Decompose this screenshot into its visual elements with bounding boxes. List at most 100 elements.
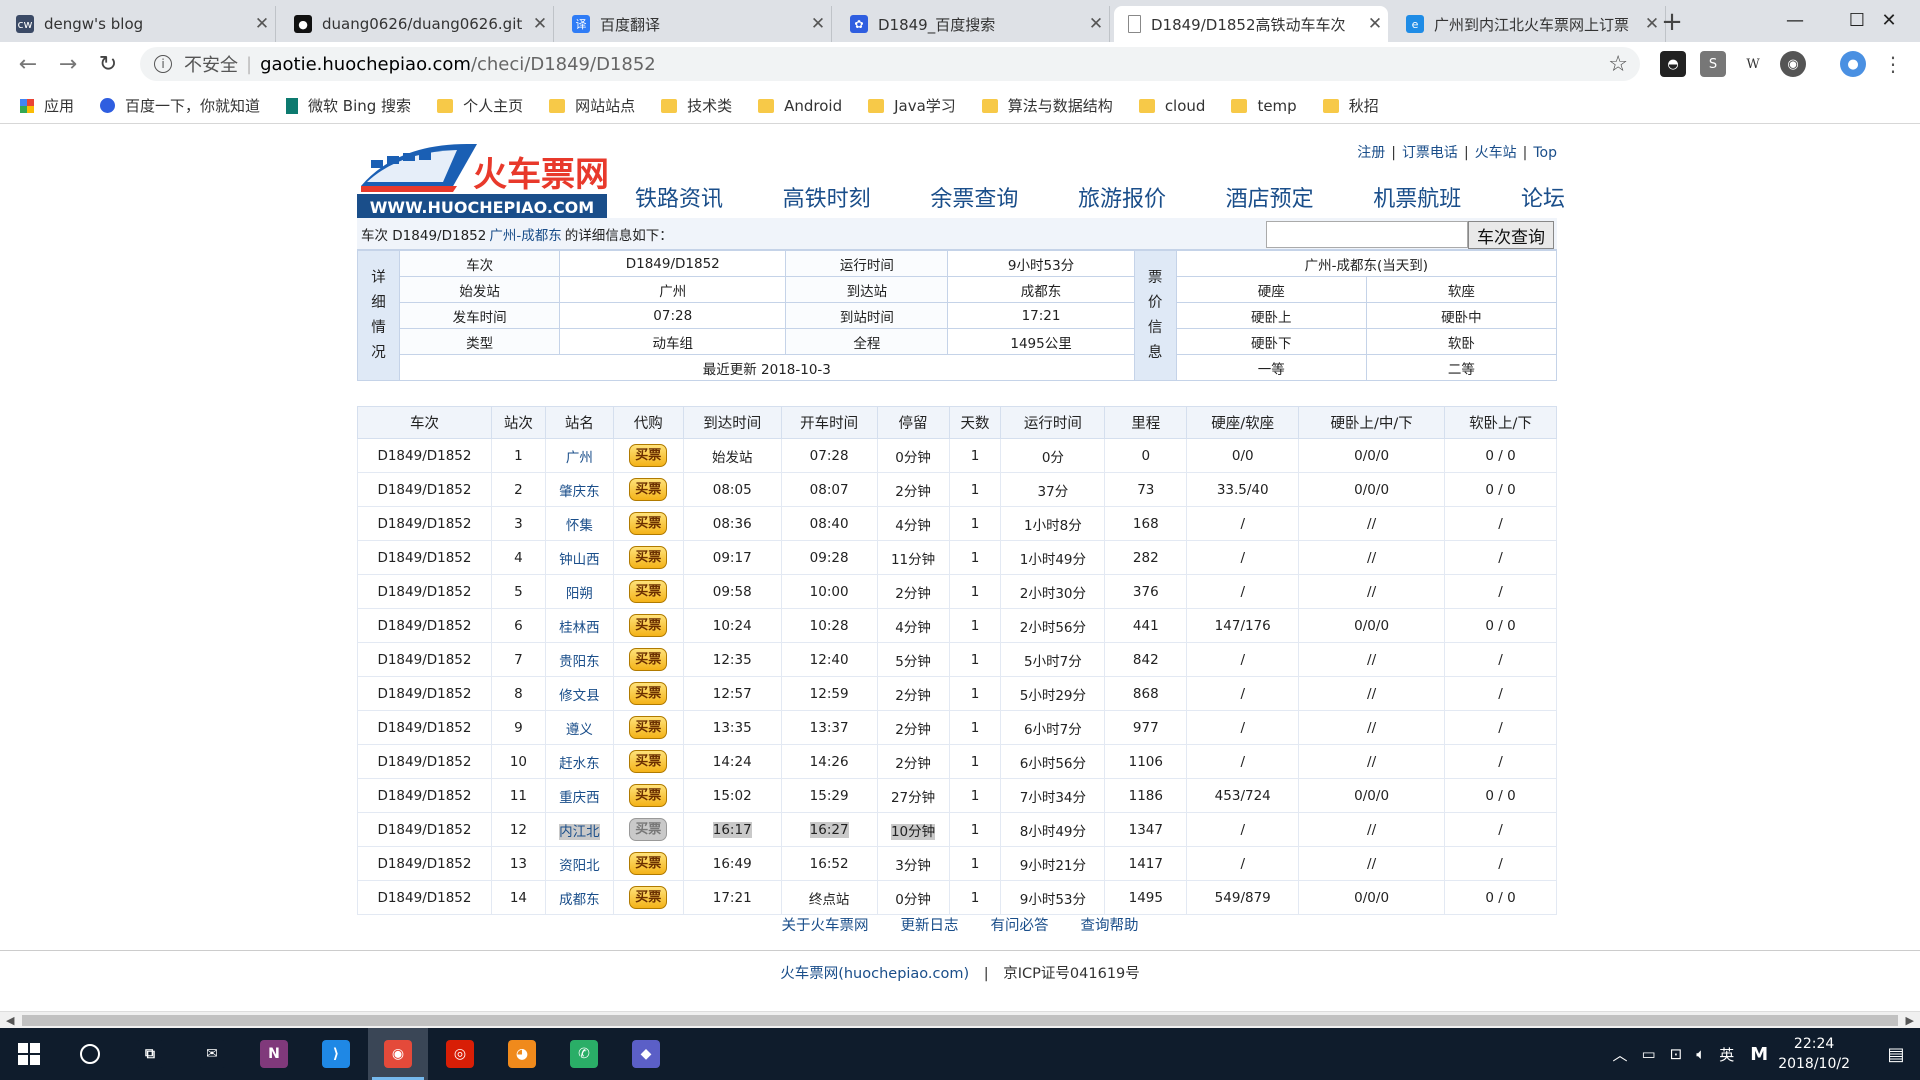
tray-chevron-icon[interactable]: ︿: [1612, 1044, 1627, 1065]
nav-item[interactable]: 余票查询: [930, 181, 1018, 213]
train-search-input[interactable]: [1266, 221, 1468, 248]
station-link[interactable]: 资阳北: [559, 858, 600, 874]
info-icon[interactable]: i: [154, 55, 172, 73]
buy-ticket-button[interactable]: 买票: [629, 750, 668, 773]
close-tab-icon[interactable]: ✕: [1362, 14, 1388, 34]
route-link[interactable]: 广州-成都东: [489, 224, 561, 244]
buy-ticket-button[interactable]: 买票: [629, 818, 668, 841]
buy-ticket-button[interactable]: 买票: [629, 784, 668, 807]
nav-item[interactable]: 铁路资讯: [635, 181, 723, 213]
buy-ticket-button[interactable]: 买票: [629, 580, 668, 603]
search-taskbar-button[interactable]: [60, 1028, 120, 1080]
bookmark-item[interactable]: Java学习: [868, 95, 956, 116]
extension-glasses-icon[interactable]: ◉: [1780, 51, 1806, 77]
station-link[interactable]: 赶水东: [559, 756, 600, 772]
nav-item[interactable]: 论坛: [1521, 181, 1565, 213]
taskbar-app[interactable]: N: [244, 1028, 304, 1080]
reload-button[interactable]: ↻: [90, 46, 126, 82]
taskbar-app[interactable]: ⟩: [306, 1028, 366, 1080]
forward-button[interactable]: →: [50, 46, 86, 82]
nav-item[interactable]: 机票航班: [1373, 181, 1461, 213]
bookmark-item[interactable]: 个人主页: [437, 95, 523, 116]
network-icon[interactable]: ⊡: [1670, 1045, 1683, 1063]
scroll-right-icon[interactable]: ▶: [1906, 1014, 1914, 1027]
top-link[interactable]: 注册: [1357, 145, 1385, 161]
extension-s-icon[interactable]: S: [1700, 51, 1726, 77]
top-link[interactable]: Top: [1533, 145, 1557, 161]
taskbar-app[interactable]: ◆: [616, 1028, 676, 1080]
new-tab-button[interactable]: +: [1654, 6, 1690, 38]
taskbar-app[interactable]: ◉: [368, 1028, 428, 1080]
taskbar-app[interactable]: ⧉: [120, 1028, 180, 1080]
train-search-button[interactable]: 车次查询: [1468, 221, 1554, 249]
buy-ticket-button[interactable]: 买票: [629, 852, 668, 875]
footer-link[interactable]: 更新日志: [901, 918, 959, 934]
station-link[interactable]: 钟山西: [559, 552, 600, 568]
station-link[interactable]: 贵阳东: [559, 654, 600, 670]
buy-ticket-button[interactable]: 买票: [629, 648, 668, 671]
notification-icon[interactable]: ▤: [1872, 1044, 1920, 1065]
taskbar-app[interactable]: ◕: [492, 1028, 552, 1080]
extension-w-icon[interactable]: W: [1740, 51, 1766, 77]
bookmark-item[interactable]: 微软 Bing 搜索: [286, 95, 411, 116]
taskbar-app[interactable]: ✉: [182, 1028, 242, 1080]
profile-avatar[interactable]: ●: [1840, 51, 1866, 77]
taskbar-app[interactable]: ◎: [430, 1028, 490, 1080]
buy-ticket-button[interactable]: 买票: [629, 682, 668, 705]
buy-ticket-button[interactable]: 买票: [629, 444, 668, 467]
station-link[interactable]: 成都东: [559, 892, 600, 908]
top-link[interactable]: 火车站: [1475, 145, 1517, 161]
bookmark-item[interactable]: 技术类: [661, 95, 732, 116]
station-link[interactable]: 阳朔: [566, 586, 593, 602]
volume-icon[interactable]: 🔈︎: [1696, 1045, 1705, 1063]
horizontal-scrollbar[interactable]: ◀ ▶: [0, 1011, 1920, 1028]
buy-ticket-button[interactable]: 买票: [629, 886, 668, 909]
bookmark-item[interactable]: 算法与数据结构: [981, 95, 1113, 116]
battery-icon[interactable]: ▭: [1641, 1045, 1655, 1063]
close-window-button[interactable]: ✕: [1858, 0, 1920, 40]
station-link[interactable]: 肇庆东: [559, 484, 600, 500]
browser-tab[interactable]: ✿ D1849_百度搜索 ✕: [836, 6, 1110, 42]
footer-link[interactable]: 关于火车票网: [782, 918, 869, 934]
browser-tab[interactable]: 译百度翻译 ✕: [558, 6, 832, 42]
language-indicator[interactable]: 英: [1719, 1044, 1734, 1065]
bookmark-item[interactable]: temp: [1231, 97, 1297, 115]
scrollbar-thumb[interactable]: [22, 1015, 1898, 1026]
browser-tab[interactable]: D1849/D1852高铁动车车次 ✕: [1114, 6, 1388, 42]
browser-tab[interactable]: cw dengw's blog ✕: [2, 6, 276, 42]
station-link[interactable]: 内江北: [559, 823, 600, 840]
close-tab-icon[interactable]: ✕: [805, 14, 831, 34]
address-bar[interactable]: i 不安全 | gaotie.huochepiao.com/checi/D184…: [140, 47, 1640, 81]
station-link[interactable]: 遵义: [566, 722, 593, 738]
station-link[interactable]: 桂林西: [559, 620, 600, 636]
back-button[interactable]: ←: [10, 46, 46, 82]
station-link[interactable]: 重庆西: [559, 790, 600, 806]
footer-link[interactable]: 查询帮助: [1081, 918, 1139, 934]
station-link[interactable]: 广州: [566, 450, 593, 466]
close-tab-icon[interactable]: ✕: [249, 14, 275, 34]
bookmark-item[interactable]: 百度一下，你就知道: [100, 95, 260, 116]
bookmark-item[interactable]: 秋招: [1322, 95, 1379, 116]
close-tab-icon[interactable]: ✕: [527, 14, 553, 34]
buy-ticket-button[interactable]: 买票: [629, 546, 668, 569]
close-tab-icon[interactable]: ✕: [1083, 14, 1109, 34]
bookmark-item[interactable]: Android: [758, 97, 842, 115]
taskbar-clock[interactable]: 22:24 2018/10/2: [1778, 1034, 1850, 1074]
ime-indicator[interactable]: M: [1750, 1044, 1768, 1065]
bookmark-item[interactable]: 应用: [20, 95, 74, 116]
buy-ticket-button[interactable]: 买票: [629, 512, 668, 535]
nav-item[interactable]: 高铁时刻: [783, 181, 871, 213]
start-button[interactable]: [0, 1028, 58, 1080]
nav-item[interactable]: 酒店预定: [1226, 181, 1314, 213]
bookmark-item[interactable]: 网站站点: [549, 95, 635, 116]
scroll-left-icon[interactable]: ◀: [6, 1014, 14, 1027]
site-logo[interactable]: 火车票网 WWW.HUOCHEPIAO.COM: [357, 136, 607, 222]
minimize-button[interactable]: —: [1764, 0, 1826, 40]
bookmark-item[interactable]: cloud: [1138, 97, 1205, 115]
top-link[interactable]: 订票电话: [1402, 145, 1458, 161]
station-link[interactable]: 怀集: [566, 518, 593, 534]
browser-tab[interactable]: e 广州到内江北火车票网上订票 ✕: [1392, 6, 1666, 42]
menu-icon[interactable]: ⋮: [1880, 51, 1906, 77]
taskbar-app[interactable]: ✆: [554, 1028, 614, 1080]
url-text[interactable]: gaotie.huochepiao.com/checi/D1849/D1852: [260, 54, 656, 75]
